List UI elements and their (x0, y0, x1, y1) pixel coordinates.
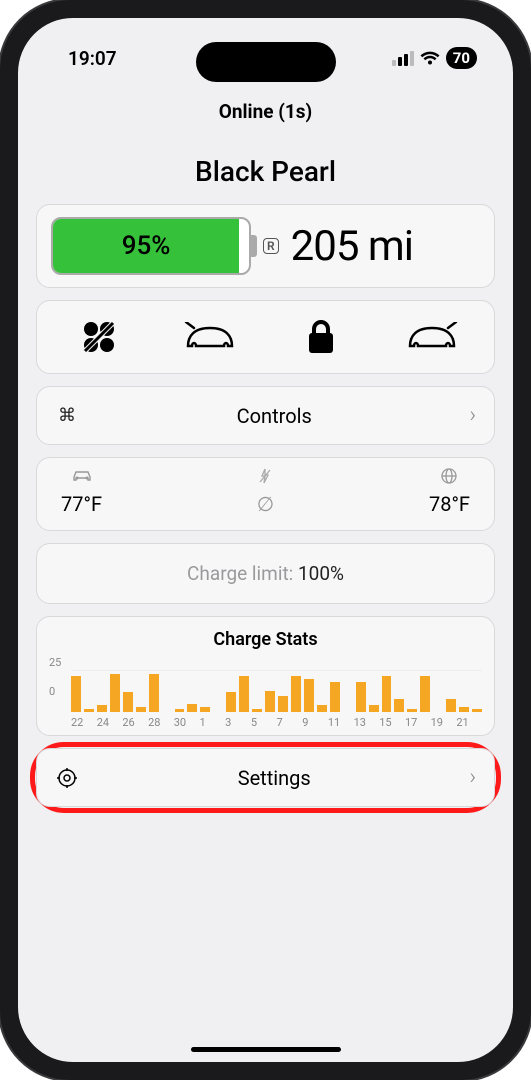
range-value: 205 mi (291, 222, 413, 271)
cellular-icon (392, 51, 414, 66)
gear-icon (55, 768, 79, 788)
vehicle-name: Black Pearl (36, 141, 495, 204)
charge-stats-title: Charge Stats (49, 629, 482, 650)
status-time: 19:07 (68, 47, 117, 70)
lock-button[interactable] (294, 315, 348, 359)
quick-actions-card (36, 300, 495, 374)
charge-limit-card[interactable]: Charge limit: 100% (36, 543, 495, 604)
page-title: Online (1s) (18, 78, 513, 141)
rated-badge: R (263, 238, 279, 254)
chart-y-axis: 250 (49, 656, 61, 698)
battery-percent: 95% (122, 231, 171, 261)
climate-off-button[interactable] (72, 315, 126, 359)
inside-temp: 77°F (61, 492, 102, 516)
dynamic-island (196, 42, 336, 82)
frunk-button[interactable] (183, 315, 237, 359)
home-indicator[interactable] (191, 1047, 341, 1052)
command-icon: ⌘ (55, 405, 79, 426)
charge-limit-label: Charge limit: (187, 562, 298, 585)
settings-label: Settings (79, 766, 469, 790)
chevron-right-icon: › (469, 403, 476, 428)
temperatures-card[interactable]: 77°F ∅ 78°F (36, 457, 495, 531)
settings-row[interactable]: Settings › (36, 748, 495, 807)
battery-gauge-icon: 95% (51, 217, 251, 275)
globe-icon (441, 468, 457, 486)
chevron-right-icon: › (469, 765, 476, 790)
trunk-button[interactable] (405, 315, 459, 359)
climate-status: ∅ (257, 492, 274, 516)
charge-stats-card[interactable]: Charge Stats 250 22242628301357911131517… (36, 616, 495, 736)
chart-bars (71, 670, 482, 712)
battery-icon: 70 (446, 47, 477, 69)
controls-row[interactable]: ⌘ Controls › (36, 386, 495, 445)
outside-temp: 78°F (429, 492, 470, 516)
car-icon (71, 468, 93, 486)
wifi-icon (420, 51, 440, 66)
flash-off-icon (258, 468, 272, 486)
charge-limit-value: 100% (298, 562, 344, 585)
chart-x-axis: 222426283013579111315171921 (49, 716, 482, 729)
battery-card[interactable]: 95% R 205 mi (36, 204, 495, 288)
controls-label: Controls (79, 404, 469, 428)
